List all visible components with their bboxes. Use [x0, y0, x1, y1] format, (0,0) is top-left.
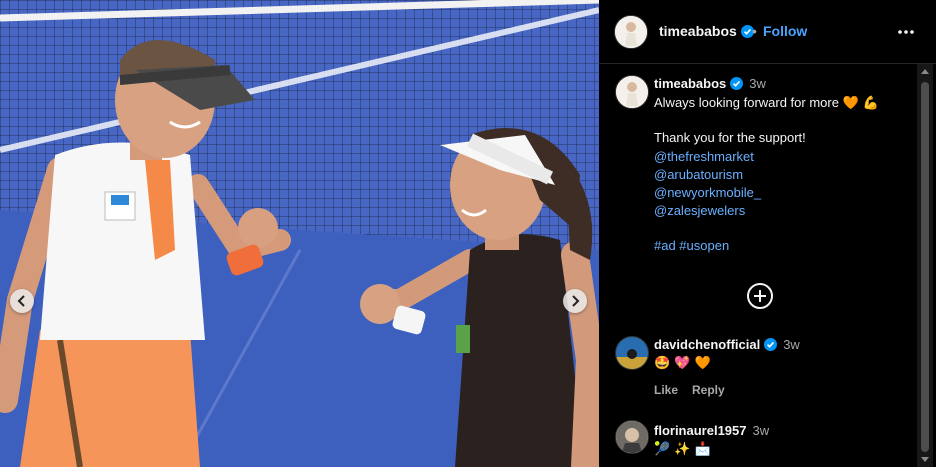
verified-badge-icon — [764, 338, 778, 351]
comment-time[interactable]: 3w — [753, 423, 770, 438]
add-comment-icon[interactable] — [747, 283, 773, 309]
caption-line-2: Thank you for the support! — [654, 130, 806, 145]
commenter-avatar[interactable] — [615, 420, 649, 454]
scroll-thumb[interactable] — [921, 82, 929, 452]
comment-text: 🎾 ✨ 📩 — [654, 442, 711, 457]
comment-header: florinaurel1957 3w — [654, 423, 769, 438]
caption-line-1: Always looking forward for more 🧡 💪 — [654, 95, 879, 111]
chevron-left-icon — [17, 295, 25, 307]
caption-username[interactable]: timeababos — [654, 76, 726, 91]
caption-emojis: 🧡 💪 — [842, 96, 880, 111]
reply-comment-button[interactable]: Reply — [692, 383, 725, 397]
chevron-right-icon — [572, 295, 580, 307]
comment-time[interactable]: 3w — [783, 337, 800, 352]
mention-link[interactable]: @arubatourism — [654, 167, 743, 182]
like-comment-button[interactable]: Like — [654, 383, 678, 397]
comment-header: davidchenofficial 3w — [654, 337, 800, 352]
author-username[interactable]: timeababos — [659, 23, 754, 39]
caption-text-1: Always looking forward for more — [654, 95, 839, 110]
post-side-panel: timeababos • Follow timeababos 3w Always … — [599, 0, 936, 467]
mention-link[interactable]: @zalesjewelers — [654, 203, 745, 218]
hashtag-links[interactable]: #ad #usopen — [654, 238, 729, 253]
verified-badge-icon — [730, 77, 744, 90]
caption-header: timeababos 3w — [654, 76, 766, 91]
comments-scrollbar[interactable] — [917, 64, 933, 467]
separator-dot: • — [752, 23, 757, 39]
comments-list[interactable]: timeababos 3w Always looking forward for … — [599, 64, 919, 467]
mention-link[interactable]: @thefreshmarket — [654, 149, 754, 164]
comment-username[interactable]: davidchenofficial — [654, 337, 760, 352]
caption-time[interactable]: 3w — [749, 76, 766, 91]
comment-text: 🤩 💖 🧡 — [654, 356, 711, 371]
previous-photo-button[interactable] — [10, 289, 34, 313]
comment-username[interactable]: florinaurel1957 — [654, 423, 747, 438]
author-avatar[interactable] — [614, 15, 648, 49]
more-options-icon[interactable] — [896, 22, 916, 42]
post-header: timeababos • Follow — [599, 0, 936, 64]
commenter-avatar[interactable] — [615, 336, 649, 370]
author-username-text[interactable]: timeababos — [659, 23, 737, 39]
mention-link[interactable]: @newyorkmobile_ — [654, 185, 761, 200]
follow-button[interactable]: Follow — [763, 23, 807, 39]
scroll-down-arrow[interactable] — [921, 457, 929, 462]
tennis-photo-illustration — [0, 0, 599, 467]
post-photo[interactable] — [0, 0, 599, 467]
caption-avatar[interactable] — [615, 75, 649, 109]
next-photo-button[interactable] — [563, 289, 587, 313]
comment-actions: Like Reply — [654, 383, 739, 397]
scroll-up-arrow[interactable] — [921, 69, 929, 74]
